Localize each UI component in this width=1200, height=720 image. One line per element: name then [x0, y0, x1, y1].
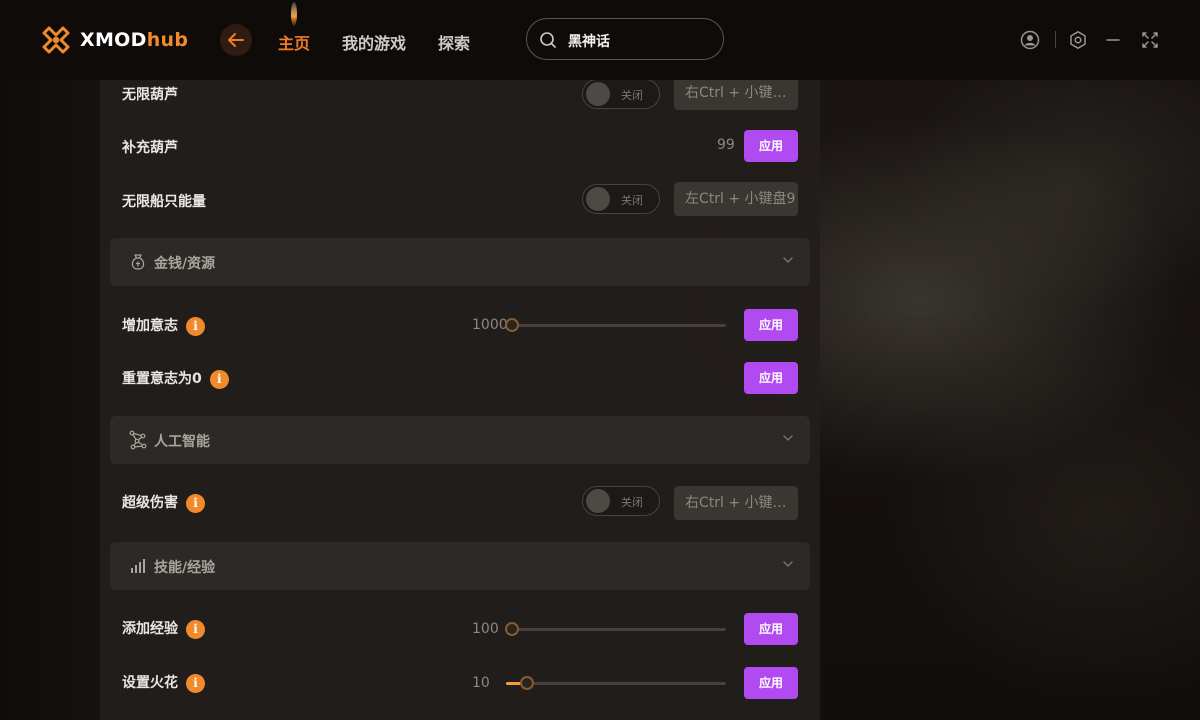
list-item-refill-gourd: 补充葫芦 99 应用	[100, 128, 820, 162]
nav-my-games[interactable]: 我的游戏	[342, 30, 406, 54]
row-label: 超级伤害 i	[122, 492, 205, 513]
slider-fill	[506, 682, 521, 685]
xmod-logo-icon	[42, 26, 70, 54]
top-bar: XMODhub 主页 我的游戏 探索 黑神话	[0, 0, 1200, 80]
list-item-set-spark: 设置火花 i 10 应用	[100, 666, 820, 700]
info-icon[interactable]: i	[186, 673, 205, 693]
app-logo[interactable]: XMODhub	[40, 24, 188, 56]
apply-button[interactable]: 应用	[744, 362, 798, 394]
slider-thumb[interactable]	[505, 318, 519, 332]
divider	[1055, 31, 1056, 48]
slider-thumb[interactable]	[520, 676, 534, 690]
section-money[interactable]: 金钱/资源	[110, 238, 810, 286]
section-ai[interactable]: 人工智能	[110, 416, 810, 464]
search-value: 黑神话	[568, 34, 610, 50]
will-slider[interactable]	[505, 318, 726, 332]
value-display: 10	[472, 675, 490, 691]
toggle-label: 关闭	[621, 496, 643, 509]
toggle-label: 关闭	[621, 89, 643, 102]
apply-button[interactable]: 应用	[744, 309, 798, 341]
value-display: 1000	[472, 317, 508, 333]
exp-slider[interactable]	[505, 622, 726, 636]
row-label: 添加经验 i	[122, 618, 205, 639]
chevron-down-icon	[783, 435, 793, 441]
row-label: 重置意志为0 i	[122, 368, 229, 389]
apply-button[interactable]: 应用	[744, 613, 798, 645]
nav-explore[interactable]: 探索	[438, 30, 470, 54]
section-title: 人工智能	[154, 434, 210, 450]
user-avatar-icon[interactable]	[1020, 30, 1040, 50]
search-input[interactable]: 黑神话	[526, 18, 724, 60]
value-display: 99	[717, 137, 735, 153]
settings-icon[interactable]	[1068, 30, 1088, 50]
spark-slider[interactable]	[506, 676, 726, 690]
value-display: 100	[472, 621, 499, 637]
ai-network-icon	[129, 430, 147, 450]
infinite-gourd-toggle[interactable]: 关闭	[582, 80, 660, 109]
info-icon[interactable]: i	[209, 369, 229, 389]
list-item-add-exp: 添加经验 i 100 应用	[100, 612, 820, 646]
bar-chart-icon	[131, 559, 145, 573]
info-icon[interactable]: i	[186, 493, 205, 513]
row-label: 设置火花 i	[122, 672, 205, 693]
row-label: 无限船只能量	[122, 194, 206, 210]
cheat-list-panel: 无限葫芦 关闭 右Ctrl + 小键… 补充葫芦 99 应用 无限船只能量 关闭…	[100, 80, 820, 720]
hotkey-field[interactable]: 右Ctrl + 小键…	[674, 486, 798, 520]
chevron-down-icon	[783, 561, 793, 567]
info-icon[interactable]: i	[186, 619, 205, 639]
arrow-left-icon	[228, 33, 244, 47]
row-label: 增加意志 i	[122, 315, 205, 336]
search-icon	[540, 32, 556, 48]
section-title: 技能/经验	[154, 560, 216, 576]
hotkey-field[interactable]: 左Ctrl + 小键盘9	[674, 182, 798, 216]
chevron-down-icon	[783, 257, 793, 263]
slider-track	[506, 324, 726, 327]
minimize-icon[interactable]	[1104, 30, 1122, 50]
section-skills[interactable]: 技能/经验	[110, 542, 810, 590]
row-label: 补充葫芦	[122, 140, 178, 156]
nav-home[interactable]: 主页	[278, 30, 310, 54]
list-item-super-damage: 超级伤害 i 关闭 右Ctrl + 小键…	[100, 486, 820, 520]
toggle-label: 关闭	[621, 194, 643, 207]
fullscreen-icon[interactable]	[1140, 30, 1160, 50]
background-shade	[0, 0, 100, 720]
toggle-knob	[586, 187, 610, 211]
toggle-knob	[586, 489, 610, 513]
app-name: XMODhub	[80, 29, 189, 51]
row-label: 无限葫芦	[122, 87, 178, 103]
slider-track	[506, 628, 726, 631]
section-title: 金钱/资源	[154, 256, 216, 272]
infinite-boat-toggle[interactable]: 关闭	[582, 184, 660, 214]
money-bag-icon	[131, 254, 145, 270]
info-icon[interactable]: i	[186, 316, 205, 336]
slider-thumb[interactable]	[505, 622, 519, 636]
list-item-infinite-boat: 无限船只能量 关闭 左Ctrl + 小键盘9	[100, 182, 820, 216]
back-button[interactable]	[220, 24, 252, 56]
super-damage-toggle[interactable]: 关闭	[582, 486, 660, 516]
list-item-infinite-gourd: 无限葫芦 关闭 右Ctrl + 小键…	[100, 80, 820, 110]
list-item-add-will: 增加意志 i 1000 应用	[100, 308, 820, 342]
apply-button[interactable]: 应用	[744, 130, 798, 162]
list-item-reset-will: 重置意志为0 i 应用	[100, 362, 820, 396]
apply-button[interactable]: 应用	[744, 667, 798, 699]
hotkey-field[interactable]: 右Ctrl + 小键…	[674, 80, 798, 110]
slider-track	[506, 682, 726, 685]
active-tab-glow-icon	[291, 2, 297, 26]
toggle-knob	[586, 82, 610, 106]
